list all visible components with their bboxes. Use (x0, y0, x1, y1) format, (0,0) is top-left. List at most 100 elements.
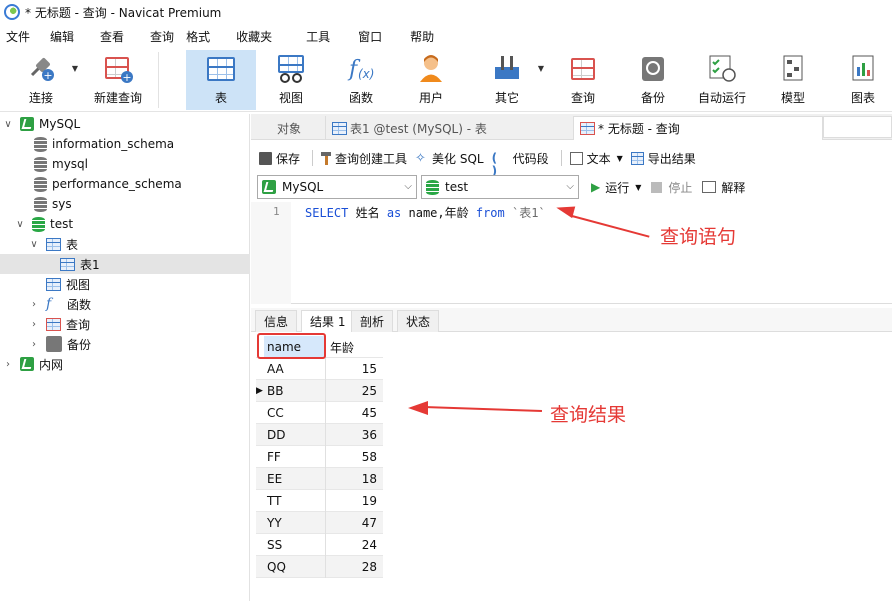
chevron-right-icon[interactable]: › (28, 299, 40, 310)
cell-name[interactable]: QQ (264, 556, 326, 578)
text-button[interactable]: 文本 ▼ (569, 150, 623, 167)
chevron-down-icon[interactable]: ▼ (538, 64, 544, 73)
menu-file[interactable]: 文件 (0, 28, 36, 45)
connection-select[interactable]: MySQL ⌵ (257, 175, 417, 199)
chevron-down-icon[interactable]: ▼ (617, 154, 623, 163)
row-selector[interactable] (256, 556, 264, 578)
table-row[interactable]: FF 58 (256, 446, 383, 468)
tab-result-1[interactable]: 结果 1 (301, 310, 355, 332)
code-snippet-button[interactable]: ( ) 代码段 (492, 150, 549, 177)
tab-table-1[interactable]: 表1 @test (MySQL) - 表 (325, 116, 573, 140)
menu-window[interactable]: 窗口 (352, 28, 388, 45)
menu-favorites[interactable]: 收藏夹 (230, 28, 278, 45)
model-button[interactable]: 模型 (768, 50, 818, 110)
row-selector[interactable] (256, 424, 264, 446)
cell-age[interactable]: 18 (326, 468, 381, 490)
chevron-down-icon[interactable]: ▼ (635, 183, 641, 192)
cell-age[interactable]: 25 (326, 380, 381, 402)
menu-tools[interactable]: 工具 (300, 28, 336, 45)
tab-objects[interactable]: 对象 (271, 116, 307, 140)
cell-name[interactable]: DD (264, 424, 326, 446)
query-button[interactable]: 查询 (558, 50, 608, 110)
chevron-down-icon[interactable]: ∨ (14, 219, 26, 230)
menu-query[interactable]: 查询 (144, 28, 180, 45)
cell-age[interactable]: 58 (326, 446, 381, 468)
save-button[interactable]: 保存 (259, 150, 300, 167)
sql-code-line[interactable]: SELECT 姓名 as name,年龄 from `表1` (305, 204, 546, 221)
user-button[interactable]: 用户 (406, 50, 456, 110)
cell-name[interactable]: CC (264, 402, 326, 424)
cell-age[interactable]: 19 (326, 490, 381, 512)
row-selector[interactable] (256, 490, 264, 512)
table-row[interactable]: DD 36 (256, 424, 383, 446)
connect-button[interactable]: + 连接 ▼ (18, 50, 78, 110)
row-selector[interactable] (256, 358, 264, 380)
cell-age[interactable]: 36 (326, 424, 381, 446)
tree-group-views[interactable]: 视图 (0, 274, 250, 294)
beautify-sql-button[interactable]: ✧ 美化 SQL (415, 150, 484, 167)
cell-name[interactable]: YY (264, 512, 326, 534)
menu-format[interactable]: 格式 (180, 28, 216, 45)
table-row[interactable]: QQ 28 (256, 556, 383, 578)
export-result-button[interactable]: 导出结果 (630, 150, 696, 167)
cell-name[interactable]: FF (264, 446, 326, 468)
row-selector[interactable] (256, 468, 264, 490)
tab-info[interactable]: 信息 (255, 310, 298, 332)
cell-age[interactable]: 15 (326, 358, 381, 380)
menu-help[interactable]: 帮助 (404, 28, 440, 45)
tree-group-tables[interactable]: ∨ 表 (0, 234, 250, 254)
row-selector[interactable] (256, 534, 264, 556)
current-row-indicator-icon[interactable]: ▶ (256, 380, 264, 402)
cell-age[interactable]: 47 (326, 512, 381, 534)
table-row[interactable]: TT 19 (256, 490, 383, 512)
tab-untitled-query[interactable]: * 无标题 - 查询 (573, 116, 823, 140)
function-button[interactable]: f (x) 函数 (336, 50, 386, 110)
others-button[interactable]: 其它 ▼ (482, 50, 544, 110)
tree-group-functions[interactable]: › f 函数 (0, 294, 250, 314)
chart-button[interactable]: 图表 (838, 50, 888, 110)
backup-button[interactable]: 备份 (628, 50, 678, 110)
table-row[interactable]: SS 24 (256, 534, 383, 556)
tree-db-information-schema[interactable]: information_schema (0, 134, 250, 154)
database-select[interactable]: test ⌵ (421, 175, 579, 199)
query-builder-button[interactable]: 查询创建工具 (321, 150, 407, 167)
tree-group-queries[interactable]: › 查询 (0, 314, 250, 334)
table-row[interactable]: EE 18 (256, 468, 383, 490)
table-row[interactable]: ▶ BB 25 (256, 380, 383, 402)
chevron-right-icon[interactable]: › (2, 359, 14, 370)
chevron-right-icon[interactable]: › (28, 319, 40, 330)
tree-connection-intranet[interactable]: › 内网 (0, 354, 250, 374)
stop-button[interactable]: 停止 (651, 179, 692, 196)
tree-db-performance-schema[interactable]: performance_schema (0, 174, 250, 194)
chevron-down-icon[interactable]: ∨ (28, 239, 40, 250)
cell-name[interactable]: AA (264, 358, 326, 380)
table-row[interactable]: CC 45 (256, 402, 383, 424)
cell-name[interactable]: TT (264, 490, 326, 512)
menu-view[interactable]: 查看 (94, 28, 130, 45)
chevron-right-icon[interactable]: › (28, 339, 40, 350)
tree-db-sys[interactable]: sys (0, 194, 250, 214)
cell-name[interactable]: BB (264, 380, 326, 402)
tree-connection-mysql[interactable]: ∨ MySQL (0, 114, 250, 134)
run-button[interactable]: ▶ 运行 ▼ (591, 179, 641, 196)
cell-age[interactable]: 24 (326, 534, 381, 556)
tree-table-1[interactable]: 表1 (0, 254, 250, 274)
row-selector[interactable] (256, 446, 264, 468)
cell-age[interactable]: 45 (326, 402, 381, 424)
explain-button[interactable]: 解释 (702, 179, 745, 196)
tree-db-test[interactable]: ∨ test (0, 214, 250, 234)
table-row[interactable]: AA 15 (256, 358, 383, 380)
new-query-button[interactable]: + 新建查询 (90, 50, 146, 110)
cell-name[interactable]: SS (264, 534, 326, 556)
row-selector[interactable] (256, 512, 264, 534)
tab-profile[interactable]: 剖析 (351, 310, 394, 332)
tree-group-backups[interactable]: › 备份 (0, 334, 250, 354)
column-header-age[interactable]: 年龄 (326, 336, 381, 358)
autorun-button[interactable]: 自动运行 (694, 50, 750, 110)
chevron-down-icon[interactable]: ∨ (2, 119, 14, 130)
chevron-down-icon[interactable]: ▼ (72, 64, 78, 73)
menu-edit[interactable]: 编辑 (44, 28, 80, 45)
table-row[interactable]: YY 47 (256, 512, 383, 534)
view-button[interactable]: 视图 (266, 50, 316, 110)
cell-name[interactable]: EE (264, 468, 326, 490)
